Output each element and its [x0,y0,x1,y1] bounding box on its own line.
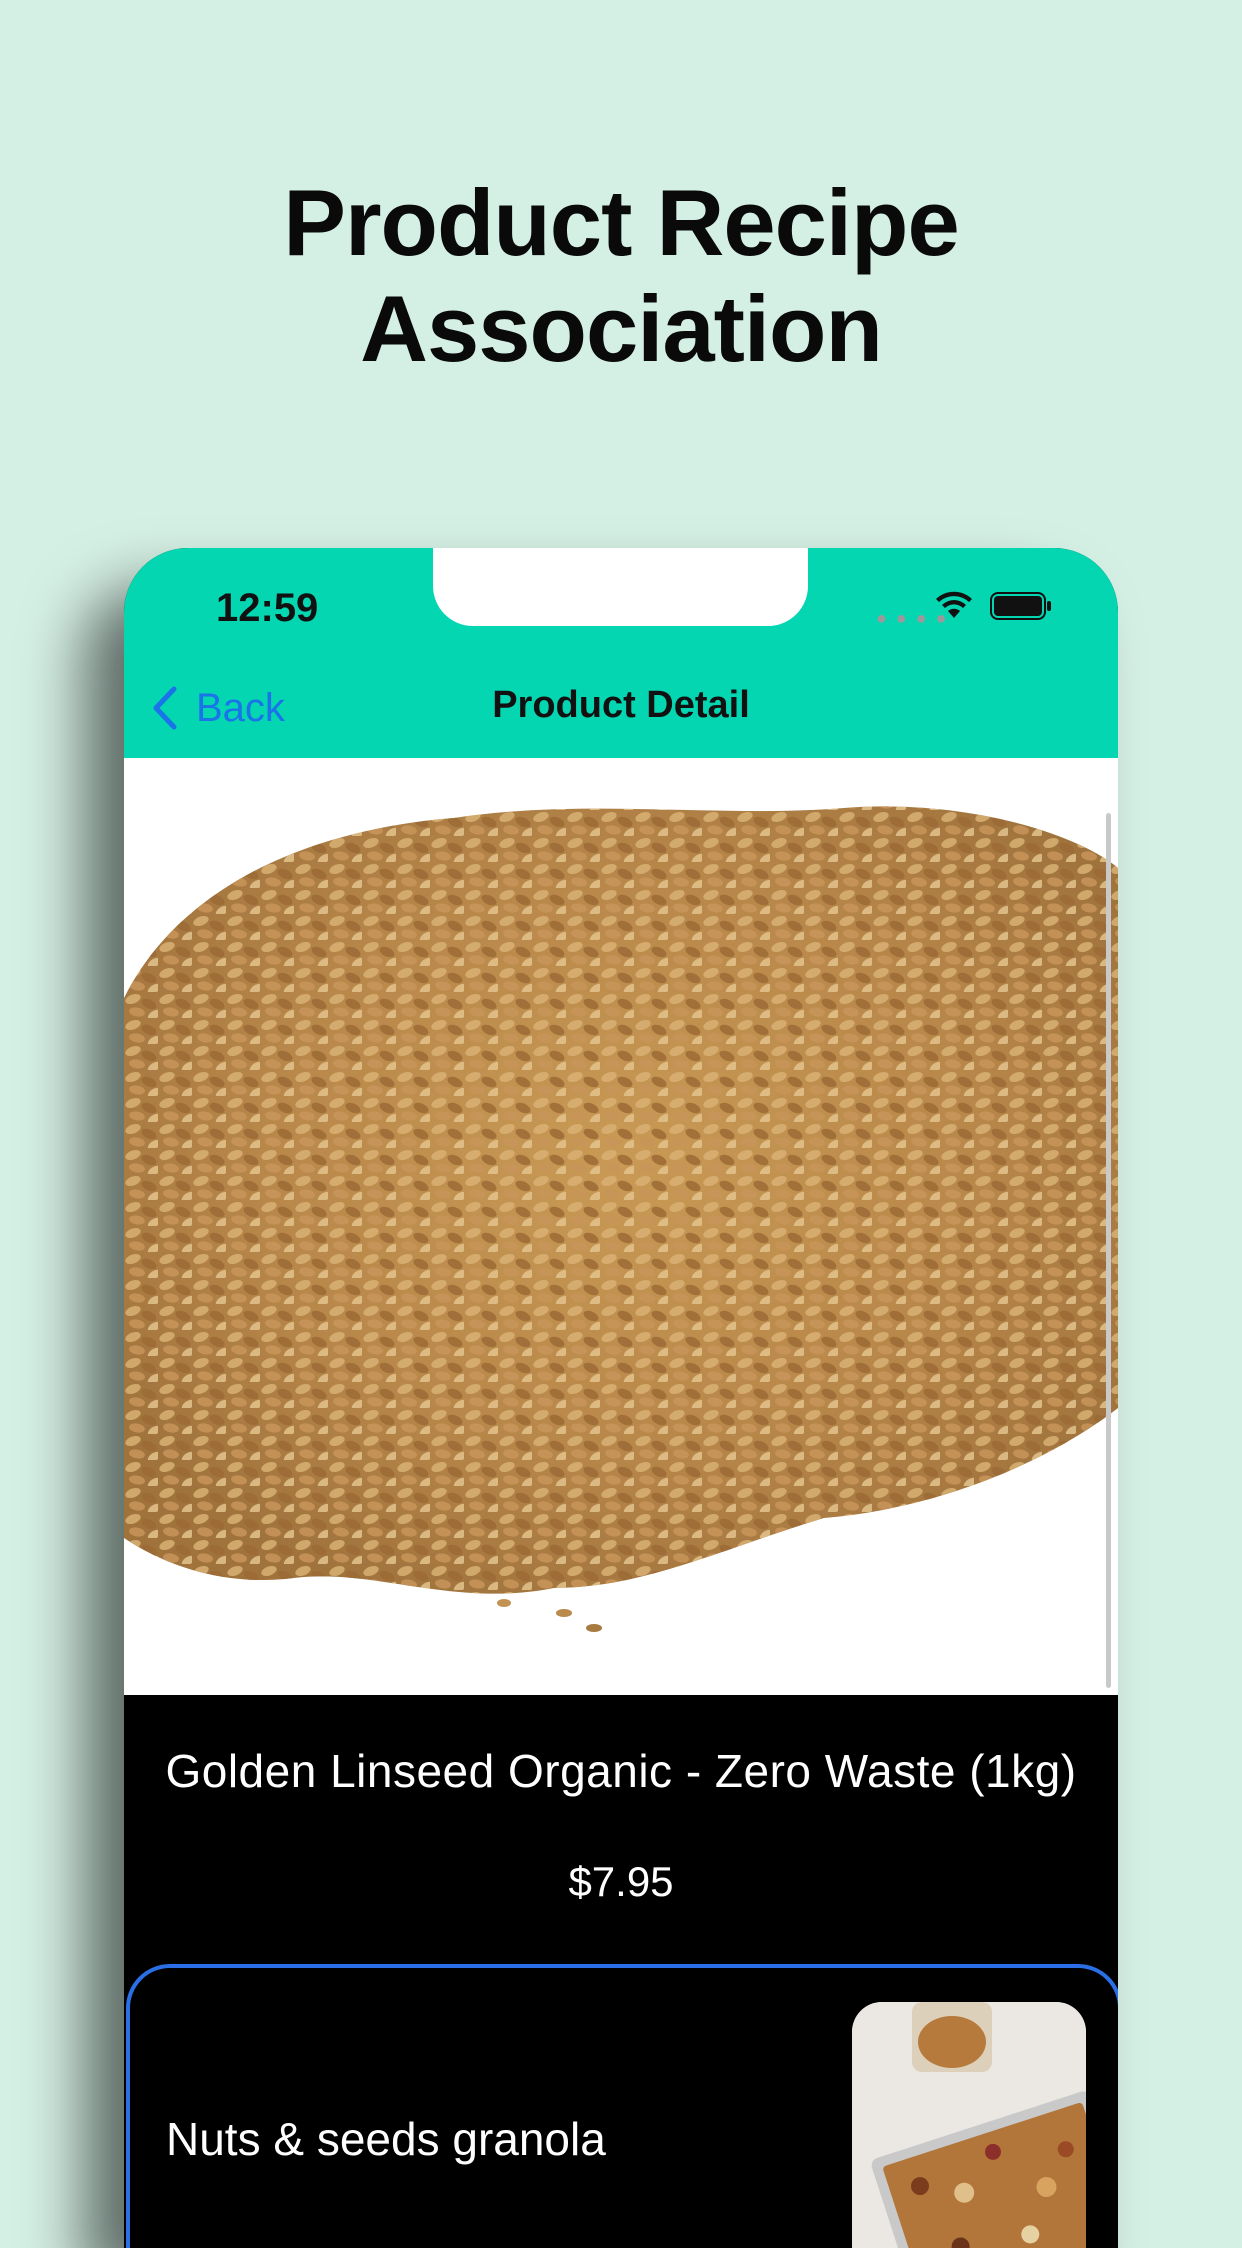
headline-line-2: Association [360,276,883,381]
product-name: Golden Linseed Organic - Zero Waste (1kg… [165,1745,1077,1797]
battery-icon [990,592,1051,620]
status-bar: 12:59 ● ● ● ● [124,548,1118,660]
recipe-card[interactable]: Nuts & seeds granola [126,1964,1118,2248]
notch [433,548,808,626]
nav-title: Product Detail [492,684,750,726]
product-price: $7.95 [568,1858,674,1905]
recipe-thumbnail [852,2002,1086,2248]
headline-line-1: Product Recipe [283,170,960,275]
page-headline: Product Recipe Association [0,170,1242,382]
product-image [124,758,1118,1695]
linseed-pile-image [124,806,1118,1632]
recipe-title: Nuts & seeds granola [166,2113,606,2165]
wifi-icon [936,591,972,618]
granola-image [852,2002,1086,2248]
navigation-bar: Back Product Detail [124,660,1118,758]
scroll-indicator[interactable] [1106,813,1111,1688]
phone-frame: 12:59 ● ● ● ● Back Product Detail Golden… [124,548,1118,2248]
status-time: 12:59 [216,586,319,630]
